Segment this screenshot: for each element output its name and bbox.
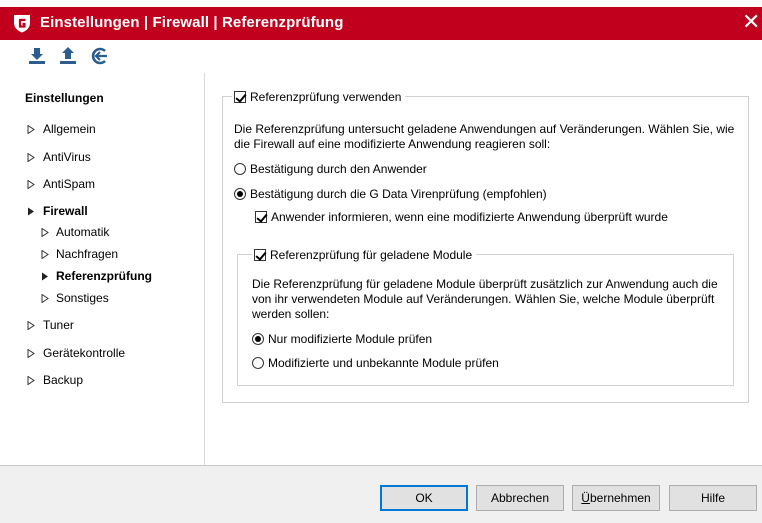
chevron-right-icon	[27, 152, 35, 162]
chevron-right-icon	[27, 179, 35, 189]
sidebar-item-antispam[interactable]: AntiSpam	[27, 177, 95, 191]
close-icon[interactable]: ✕	[742, 10, 760, 34]
radio-nur-modifizierte[interactable]: Nur modifizierte Module prüfen	[252, 332, 432, 346]
radio-circle[interactable]	[252, 357, 264, 369]
module-referenzpruefung-checkbox[interactable]: Referenzprüfung für geladene Module	[252, 248, 477, 262]
window-title: Einstellungen | Firewall | Referenzprüfu…	[40, 14, 344, 31]
sidebar-item-label: Automatik	[56, 225, 110, 239]
sidebar-item-allgemein[interactable]: Allgemein	[27, 122, 96, 136]
sidebar-item-label: Allgemein	[43, 122, 96, 136]
modules-description-text: Die Referenzprüfung für geladene Module …	[252, 277, 718, 321]
reset-icon[interactable]	[90, 46, 110, 66]
apply-button[interactable]: Übernehmen	[572, 485, 660, 511]
cancel-button[interactable]: Abbrechen	[476, 485, 564, 511]
sidebar-item-sonstiges[interactable]: Sonstiges	[41, 291, 109, 305]
radio-circle[interactable]	[234, 188, 246, 200]
radio-anwender[interactable]: Bestätigung durch den Anwender	[234, 162, 427, 176]
chevron-right-icon	[41, 249, 49, 259]
radio-label: Bestätigung durch die G Data Virenprüfun…	[250, 187, 547, 201]
sidebar-item-label: Sonstiges	[56, 291, 109, 305]
chevron-right-filled-icon	[42, 272, 48, 280]
chevron-right-icon	[27, 348, 35, 358]
checkbox-box[interactable]	[234, 91, 246, 103]
description-text: Die Referenzprüfung untersucht geladene …	[234, 122, 735, 151]
import-icon[interactable]	[27, 46, 47, 66]
apply-label: bernehmen	[589, 491, 651, 505]
settings-tree: Einstellungen Allgemein AntiVirus AntiSp…	[7, 73, 205, 465]
toolbar	[0, 40, 762, 70]
radio-circle[interactable]	[234, 163, 246, 175]
checkbox-label: Anwender informieren, wenn eine modifizi…	[271, 210, 668, 224]
sidebar-item-label: Tuner	[43, 318, 74, 332]
sidebar-item-firewall[interactable]: Firewall	[27, 204, 88, 218]
chevron-right-icon	[27, 375, 35, 385]
checkbox-label: Referenzprüfung verwenden	[250, 90, 402, 104]
chevron-right-filled-icon	[28, 207, 34, 215]
title-bar: Einstellungen | Firewall | Referenzprüfu…	[0, 7, 762, 40]
sidebar-item-backup[interactable]: Backup	[27, 373, 83, 387]
checkbox-label: Referenzprüfung für geladene Module	[270, 248, 473, 262]
sidebar-item-automatik[interactable]: Automatik	[41, 225, 109, 239]
sidebar-item-geraetekontrolle[interactable]: Gerätekontrolle	[27, 346, 125, 360]
sidebar-item-antivirus[interactable]: AntiVirus	[27, 150, 91, 164]
apply-mnemonic: Ü	[581, 491, 590, 505]
sidebar-item-label: Backup	[43, 373, 84, 387]
sidebar-item-tuner[interactable]: Tuner	[27, 318, 74, 332]
radio-modifizierte-unbekannte[interactable]: Modifizierte und unbekannte Module prüfe…	[252, 356, 499, 370]
use-referenzpruefung-checkbox[interactable]: Referenzprüfung verwenden	[232, 90, 406, 104]
radio-gdata-virenpruefung[interactable]: Bestätigung durch die G Data Virenprüfun…	[234, 187, 547, 201]
radio-label: Nur modifizierte Module prüfen	[268, 332, 433, 346]
sidebar-item-label: Referenzprüfung	[56, 269, 152, 283]
radio-label: Bestätigung durch den Anwender	[250, 162, 427, 176]
chevron-right-icon	[27, 124, 35, 134]
help-button[interactable]: Hilfe	[669, 485, 757, 511]
ok-button[interactable]: OK	[380, 485, 468, 511]
anwender-informieren-checkbox[interactable]: Anwender informieren, wenn eine modifizi…	[255, 210, 668, 224]
sidebar-item-label: Nachfragen	[56, 247, 119, 261]
gdata-shield-icon	[14, 15, 30, 33]
chevron-right-icon	[27, 320, 35, 330]
sidebar-item-label: AntiSpam	[43, 177, 96, 191]
sidebar-item-referenzpruefung[interactable]: Referenzprüfung	[41, 269, 152, 283]
sidebar-heading: Einstellungen	[25, 91, 104, 105]
checkbox-box[interactable]	[255, 211, 267, 223]
chevron-right-icon	[41, 293, 49, 303]
chevron-right-icon	[41, 227, 49, 237]
sidebar-item-label: Firewall	[43, 204, 88, 218]
sidebar-item-label: Gerätekontrolle	[43, 346, 126, 360]
checkbox-box[interactable]	[254, 249, 266, 261]
sidebar-item-label: AntiVirus	[43, 150, 91, 164]
button-bar: OK Abbrechen Übernehmen Hilfe	[0, 465, 762, 523]
settings-panel: Referenzprüfung verwenden Die Referenzpr…	[205, 73, 762, 465]
export-icon[interactable]	[58, 46, 78, 66]
sidebar-item-nachfragen[interactable]: Nachfragen	[41, 247, 118, 261]
radio-label: Modifizierte und unbekannte Module prüfe…	[268, 356, 499, 370]
radio-circle[interactable]	[252, 333, 264, 345]
